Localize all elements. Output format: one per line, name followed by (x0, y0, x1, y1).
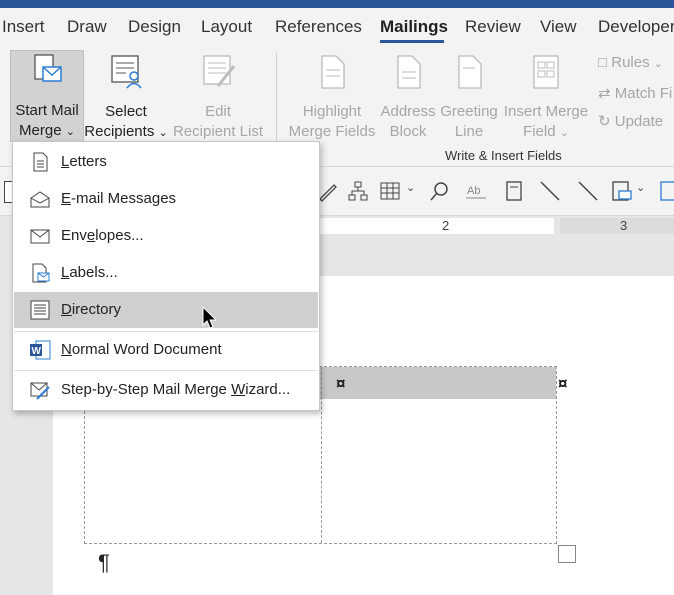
tab-developer[interactable]: Developer (598, 17, 674, 37)
start-mail-merge-label-2: Merge ⌄ (19, 122, 75, 139)
menu-item-label: Envelopes... (61, 227, 144, 244)
svg-text:W: W (32, 346, 42, 357)
directory-icon (30, 300, 50, 320)
greeting-line-label-2: Line (454, 123, 484, 140)
menu-item-label: Step-by-Step Mail Merge Wizard... (61, 381, 291, 398)
select-recipients-label-2: Recipients ⌄ (84, 123, 168, 140)
recipients-list-icon (111, 55, 142, 89)
highlight-label-2: Merge Fields (288, 123, 376, 140)
tab-design[interactable]: Design (128, 17, 181, 37)
chevron-down-icon[interactable]: ⌄ (636, 181, 645, 194)
greeting-line-icon (458, 55, 482, 89)
highlight-label-1: Highlight (302, 103, 362, 120)
update-labels-button[interactable]: ↻ Update (598, 112, 663, 130)
tab-insert[interactable]: Insert (2, 17, 45, 37)
table-icon[interactable] (378, 179, 402, 203)
ribbon-tabs: Insert Draw Design Layout References Mai… (0, 8, 674, 46)
menu-item-label: Letters (61, 153, 107, 170)
insert-merge-label-2: Field ⌄ (523, 123, 569, 140)
ruler-active-area (320, 218, 554, 234)
envelope-icon (30, 229, 50, 244)
line-diagonal-icon[interactable] (576, 179, 600, 203)
tab-review[interactable]: Review (465, 17, 521, 37)
insert-merge-label-1: Insert Merge (503, 103, 589, 120)
match-fields-icon: ⇄ (598, 85, 611, 102)
tab-view[interactable]: View (540, 17, 577, 37)
start-mail-merge-label-1: Start Mail (15, 102, 79, 119)
end-of-row-mark: ¤ (558, 374, 568, 393)
chevron-down-icon: ⌄ (653, 58, 663, 70)
table-resize-handle[interactable] (558, 545, 576, 563)
group-label-write-insert-fields: Write & Insert Fields (445, 148, 562, 163)
greeting-line-label-1: Greeting (440, 103, 498, 120)
highlight-fields-icon (321, 55, 345, 89)
active-tab-underline (380, 40, 444, 43)
select-recipients-button[interactable]: Select Recipients ⌄ (84, 52, 168, 143)
start-mail-merge-menu: Letters E-mail Messages Envelopes... Lab… (12, 141, 320, 411)
tab-layout[interactable]: Layout (201, 17, 252, 37)
page-icon[interactable] (502, 179, 526, 203)
menu-item-label: Directory (61, 301, 122, 318)
chevron-down-icon[interactable]: ⌄ (406, 181, 415, 194)
tab-draw[interactable]: Draw (67, 17, 107, 37)
paragraph-mark: ¶ (98, 550, 110, 575)
chevron-down-icon: ⌄ (559, 127, 569, 139)
labels-icon (32, 263, 50, 283)
menu-item-mail-merge-wizard[interactable]: Step-by-Step Mail Merge Wizard... (14, 372, 318, 408)
address-block-label-2: Block (389, 123, 427, 140)
menu-item-envelopes[interactable]: Envelopes... (14, 218, 318, 254)
menu-item-label: Normal Word Document (61, 341, 222, 358)
line-icon[interactable] (538, 179, 562, 203)
edit-recipient-label-1: Edit (205, 103, 231, 120)
select-recipients-label-1: Select (105, 103, 147, 120)
envelope-page-icon (34, 54, 62, 82)
menu-item-directory[interactable]: Directory (14, 292, 318, 328)
end-of-cell-mark: ¤ (336, 374, 346, 393)
svg-text:Ab: Ab (467, 185, 480, 197)
table-column-divider (321, 367, 322, 543)
greeting-line-button[interactable]: Greeting Line (438, 52, 500, 142)
start-mail-merge-button[interactable]: Start Mail Merge ⌄ (10, 50, 84, 142)
menu-item-email-messages[interactable]: E-mail Messages (14, 181, 318, 217)
title-bar-strip (0, 0, 674, 8)
wizard-icon (30, 382, 50, 400)
edit-recipient-list-button[interactable]: Edit Recipient List (170, 52, 266, 142)
mouse-pointer-icon (202, 306, 218, 329)
rules-icon: □ (598, 54, 608, 71)
menu-item-label: Labels... (61, 264, 118, 281)
edit-list-icon (203, 55, 236, 87)
ruler-margin-area (560, 218, 674, 234)
chevron-down-icon: ⌄ (65, 126, 75, 138)
chevron-down-icon: ⌄ (158, 127, 168, 139)
word-icon: W (30, 340, 51, 360)
ruler-mark-3: 3 (620, 218, 628, 233)
menu-separator (14, 370, 318, 371)
edit-recipient-label-2: Recipient List (172, 123, 264, 140)
highlight-merge-fields-button[interactable]: Highlight Merge Fields (286, 52, 378, 142)
menu-item-letters[interactable]: Letters (14, 144, 318, 180)
ruler-mark-2: 2 (442, 218, 450, 233)
search-icon[interactable] (428, 179, 452, 203)
menu-item-labels[interactable]: Labels... (14, 255, 318, 291)
grid-icon[interactable] (658, 179, 674, 203)
text-direction-icon[interactable]: Ab (464, 179, 488, 203)
rules-button[interactable]: □ Rules ⌄ (598, 54, 663, 71)
match-fields-button[interactable]: ⇄ Match Fi (598, 84, 672, 102)
menu-item-label: E-mail Messages (61, 190, 177, 207)
address-block-icon (397, 55, 421, 89)
address-block-label-1: Address (380, 103, 436, 120)
tab-mailings[interactable]: Mailings (380, 17, 448, 37)
update-icon: ↻ (598, 113, 611, 130)
hierarchy-icon[interactable] (346, 179, 370, 203)
address-block-button[interactable]: Address Block (378, 52, 438, 142)
insert-merge-field-button[interactable]: Insert Merge Field ⌄ (500, 52, 592, 143)
insert-field-small-icon[interactable] (610, 179, 634, 203)
letter-page-icon (33, 152, 48, 172)
menu-item-normal-word-document[interactable]: W Normal Word Document (14, 332, 318, 368)
email-envelope-icon (30, 191, 50, 208)
tab-references[interactable]: References (275, 17, 362, 37)
insert-field-icon (533, 55, 559, 89)
